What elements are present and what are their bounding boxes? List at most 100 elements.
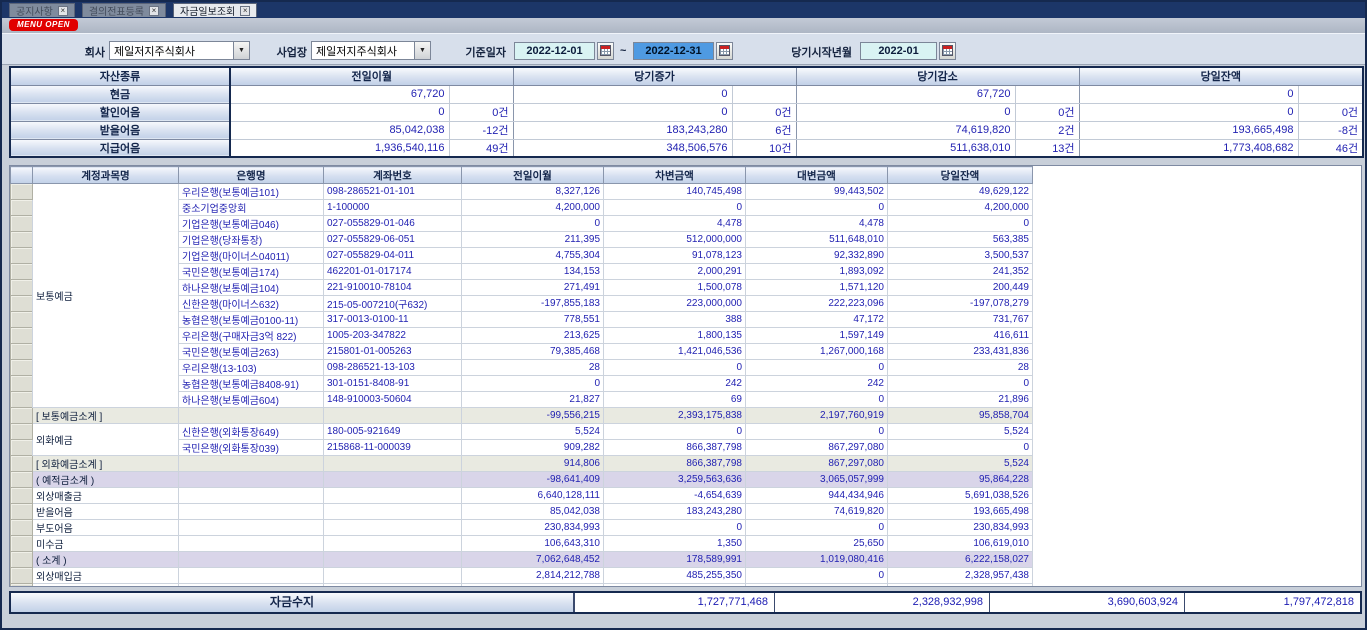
account-number-cell [324, 456, 462, 472]
row-indicator[interactable] [11, 392, 33, 408]
row-indicator[interactable] [11, 584, 33, 588]
account-name-cell: 부도어음 [33, 520, 179, 536]
amount-cell: 99,443,502 [746, 184, 888, 200]
row-indicator[interactable] [11, 248, 33, 264]
tab-notices[interactable]: 공지사항 × [9, 3, 75, 17]
amount-cell: 230,834,993 [888, 520, 1033, 536]
row-indicator[interactable] [11, 456, 33, 472]
bank-name-cell [179, 568, 324, 584]
row-indicator[interactable] [11, 376, 33, 392]
row-indicator[interactable] [11, 440, 33, 456]
tab-bar: 공지사항×결의전표등록×자금일보조회× [2, 2, 1365, 18]
amount-cell: 28 [888, 360, 1033, 376]
amount-cell: 49,629,122 [888, 184, 1033, 200]
grid-header: 계좌번호 [324, 167, 462, 184]
row-indicator[interactable] [11, 520, 33, 536]
account-name-cell: 외상매출금 [33, 488, 179, 504]
period-start-input[interactable]: 2022-01 [860, 42, 937, 60]
amount-cell: -4,654,639 [604, 488, 746, 504]
bank-name-cell: 기업은행(당좌통장) [179, 232, 324, 248]
row-indicator[interactable] [11, 536, 33, 552]
tab-fund-daily-report[interactable]: 자금일보조회× [173, 3, 257, 17]
row-indicator[interactable] [11, 408, 33, 424]
summary-amount-cell: 0 [1079, 85, 1298, 103]
row-indicator[interactable] [11, 264, 33, 280]
bank-name-cell: 기업은행(마이너스04011) [179, 248, 324, 264]
row-indicator[interactable] [11, 232, 33, 248]
row-indicator[interactable] [11, 552, 33, 568]
chevron-down-icon[interactable]: ▼ [414, 42, 430, 59]
row-indicator[interactable] [11, 216, 33, 232]
amount-cell: 909,282 [462, 440, 604, 456]
date-from-input[interactable]: 2022-12-01 [514, 42, 595, 60]
row-indicator[interactable] [11, 568, 33, 584]
calendar-button-to[interactable] [716, 42, 733, 60]
summary-count-cell [1015, 85, 1079, 103]
base-date-label: 기준일자 [454, 44, 506, 60]
account-number-cell: 215-05-007210(구632) [324, 296, 462, 312]
company-value: 제일저지주식회사 [110, 43, 233, 59]
account-number-cell: 1005-203-347822 [324, 328, 462, 344]
amount-cell: 183,243,280 [604, 504, 746, 520]
summary-count-cell: 0건 [732, 103, 796, 121]
calendar-icon [719, 45, 730, 56]
row-indicator[interactable] [11, 184, 33, 200]
chevron-down-icon[interactable]: ▼ [233, 42, 249, 59]
summary-count-cell: 13건 [1015, 139, 1079, 157]
grid-row: 부도어음230,834,99300230,834,993 [11, 520, 1033, 536]
amount-cell: 2,393,175,838 [604, 408, 746, 424]
grid-header: 계정과목명 [33, 167, 179, 184]
account-name-cell: ( 소계 ) [33, 552, 179, 568]
amount-cell: 388 [604, 312, 746, 328]
amount-cell: 74,619,820 [746, 504, 888, 520]
amount-cell: 79,385,468 [462, 344, 604, 360]
amount-cell: 1,936,540,116 [462, 584, 604, 588]
amount-cell: 106,619,010 [888, 536, 1033, 552]
row-indicator[interactable] [11, 280, 33, 296]
row-indicator[interactable] [11, 472, 33, 488]
summary-amount-cell: 67,720 [230, 85, 449, 103]
fund-balance-total-row: 자금수지 1,727,771,4682,328,932,9983,690,603… [9, 591, 1362, 614]
calendar-button-from[interactable] [597, 42, 614, 60]
site-label: 사업장 [257, 44, 307, 60]
bank-name-cell: 신한은행(외화통장649) [179, 424, 324, 440]
bank-name-cell [179, 536, 324, 552]
amount-cell: 213,625 [462, 328, 604, 344]
row-indicator[interactable] [11, 424, 33, 440]
row-indicator[interactable] [11, 296, 33, 312]
site-select[interactable]: 제일저지주식회사 ▼ [311, 41, 431, 60]
bank-name-cell: 국민은행(보통예금174) [179, 264, 324, 280]
summary-amount-cell: 85,042,038 [230, 121, 449, 139]
row-indicator[interactable] [11, 328, 33, 344]
menu-open-button[interactable]: MENU OPEN [9, 19, 78, 31]
account-name-cell: [ 보통예금소계 ] [33, 408, 179, 424]
tab-voucher-entry[interactable]: 결의전표등록× [82, 3, 166, 17]
row-indicator[interactable] [11, 344, 33, 360]
row-indicator[interactable] [11, 488, 33, 504]
row-indicator[interactable] [11, 504, 33, 520]
amount-cell: 914,806 [462, 456, 604, 472]
amount-cell: 563,385 [888, 232, 1033, 248]
tab-label: 공지사항 [16, 3, 53, 18]
company-select[interactable]: 제일저지주식회사 ▼ [109, 41, 250, 60]
close-icon[interactable]: × [240, 6, 250, 16]
calendar-icon [600, 45, 611, 56]
account-number-cell: 180-005-921649 [324, 424, 462, 440]
amount-cell: 867,297,080 [746, 456, 888, 472]
grid-header: 당일잔액 [888, 167, 1033, 184]
amount-cell: 241,352 [888, 264, 1033, 280]
date-to-input[interactable]: 2022-12-31 [633, 42, 714, 60]
close-icon[interactable]: × [149, 6, 159, 16]
row-indicator[interactable] [11, 360, 33, 376]
amount-cell: 134,153 [462, 264, 604, 280]
amount-cell: 3,500,537 [888, 248, 1033, 264]
row-indicator[interactable] [11, 312, 33, 328]
summary-count-cell: -12건 [449, 121, 513, 139]
grid-row: 지급어음1,936,540,116511,638,010348,506,5761… [11, 584, 1033, 588]
row-indicator[interactable] [11, 200, 33, 216]
calendar-button-period[interactable] [939, 42, 956, 60]
close-icon[interactable]: × [58, 6, 68, 16]
amount-cell: 1,893,092 [746, 264, 888, 280]
amount-cell: 5,524 [462, 424, 604, 440]
summary-amount-cell: 74,619,820 [796, 121, 1015, 139]
